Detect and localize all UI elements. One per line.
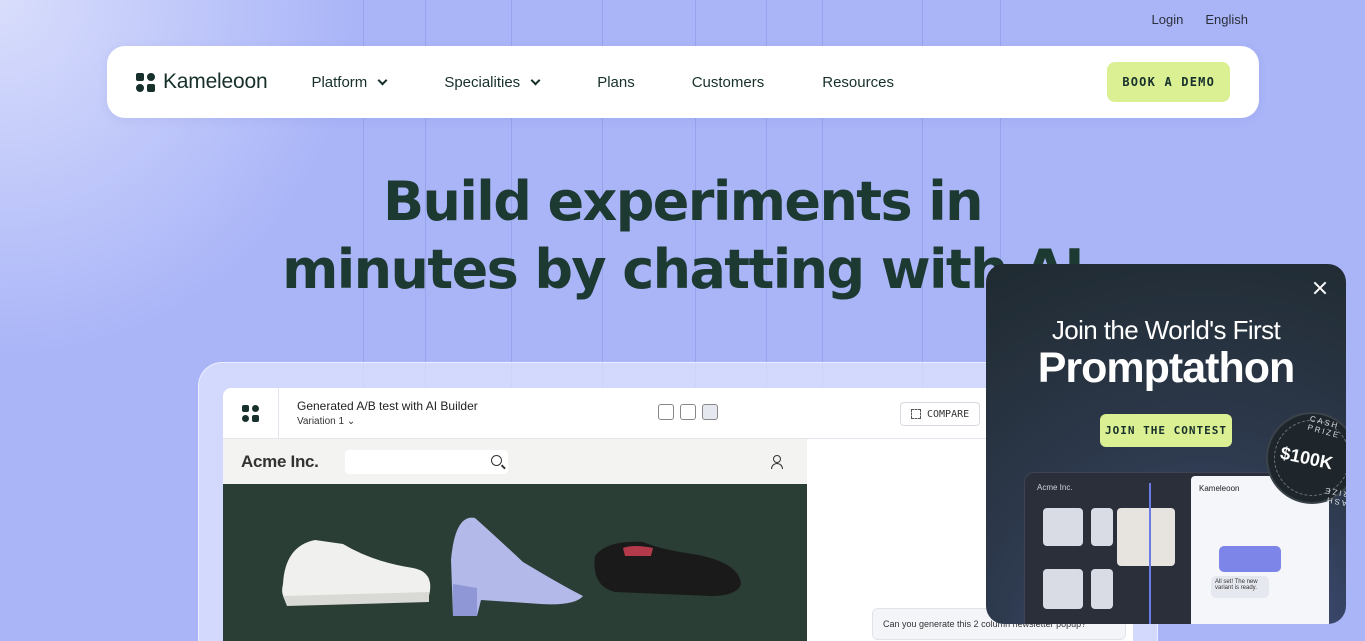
shop-preview: Acme Inc. — [223, 439, 807, 641]
mobile-device-icon — [658, 404, 674, 420]
product-tile — [1091, 508, 1113, 546]
popup-screen-preview: Acme Inc. Kameleoon All set! The new var… — [1024, 472, 1329, 624]
nav-item-platform[interactable]: Platform — [311, 73, 388, 91]
nav-menu: Platform Specialities Plans Customers Re… — [311, 74, 894, 91]
hero-headline-line1: Build experiments in — [383, 170, 984, 233]
compare-divider — [1149, 483, 1151, 624]
product-tile — [1091, 569, 1113, 609]
shop-header: Acme Inc. — [223, 439, 807, 484]
product-tile — [1043, 569, 1083, 609]
nav-item-specialities[interactable]: Specialities — [444, 73, 541, 91]
variation-selector: Variation 1 ⌄ — [297, 416, 356, 427]
main-navigation: Kameleoon Platform Specialities Plans Cu… — [107, 46, 1259, 118]
popup-heading-line1: Join the World's First — [1051, 315, 1281, 345]
compare-label: COMPARE — [927, 408, 970, 420]
shop-search-box — [345, 450, 508, 474]
kameleoon-logo-icon — [242, 404, 259, 422]
mockup-title-block: Generated A/B test with AI Builder Varia… — [297, 399, 478, 427]
screen-shop-name: Acme Inc. — [1037, 483, 1073, 492]
screen-brand: Kameleoon — [1199, 484, 1240, 493]
nav-item-label: Customers — [691, 73, 765, 91]
nav-item-label: Plans — [597, 73, 635, 91]
product-tile — [1117, 508, 1175, 566]
hero-headline-line2: minutes by chatting with AI — [282, 238, 1084, 301]
nav-item-label: Specialities — [444, 73, 521, 91]
brand-logo[interactable]: Kameleoon — [136, 70, 268, 94]
popup-heading-line2: Promptathon — [1037, 344, 1296, 392]
shop-hero-banner — [223, 484, 807, 641]
language-selector[interactable]: English — [1205, 12, 1248, 27]
brand-name: Kameleoon — [163, 70, 268, 93]
close-icon[interactable] — [1310, 278, 1330, 298]
compare-button: COMPARE — [900, 402, 981, 426]
user-icon — [771, 455, 783, 469]
login-link[interactable]: Login — [1152, 12, 1184, 27]
shop-name: Acme Inc. — [241, 451, 319, 471]
kameleoon-logo-icon — [136, 72, 155, 92]
search-icon — [491, 455, 502, 466]
top-utility-bar: Login English — [1152, 12, 1248, 27]
book-demo-button[interactable]: BOOK A DEMO — [1107, 62, 1230, 102]
nav-item-label: Resources — [822, 73, 894, 91]
compare-icon — [911, 409, 921, 419]
variation-label: Variation 1 — [297, 416, 345, 427]
nav-item-plans[interactable]: Plans — [597, 74, 635, 91]
join-contest-button[interactable]: JOIN THE CONTEST — [1100, 414, 1232, 447]
nav-item-resources[interactable]: Resources — [822, 74, 894, 91]
mockup-logo — [223, 388, 279, 439]
chevron-down-icon — [377, 75, 388, 85]
promo-popup: Join the World's First Promptathon JOIN … — [986, 264, 1346, 624]
screen-chat-bubble — [1219, 546, 1281, 572]
nav-item-customers[interactable]: Customers — [692, 74, 765, 91]
tablet-device-icon — [680, 404, 696, 420]
desktop-device-icon — [702, 404, 718, 420]
device-switcher — [658, 404, 718, 420]
nav-item-label: Platform — [311, 73, 368, 91]
product-tile — [1043, 508, 1083, 546]
mockup-title: Generated A/B test with AI Builder — [297, 399, 478, 413]
screen-chat-reply: All set! The new variant is ready. — [1211, 576, 1269, 598]
black-loafer — [594, 541, 741, 596]
chevron-down-icon — [530, 75, 541, 85]
shoes-illustration — [282, 517, 741, 616]
